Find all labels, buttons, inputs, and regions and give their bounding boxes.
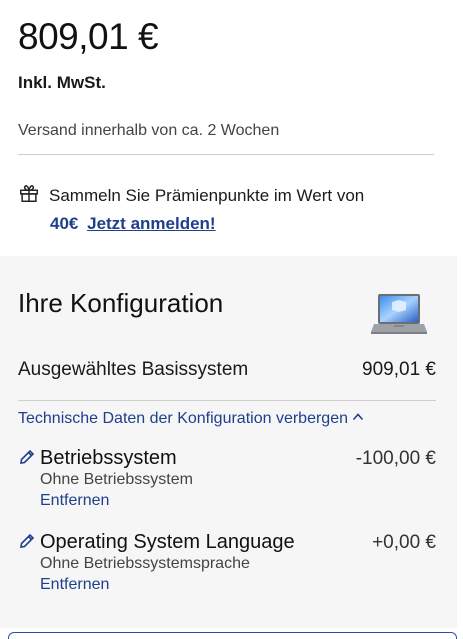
rewards-text: Sammeln Sie Prämienpunkte im Wert von [49,186,365,205]
toggle-tech-specs-link[interactable]: Technische Daten der Konfiguration verbe… [18,408,364,430]
divider [18,400,436,401]
config-item-title[interactable]: Operating System Language [18,530,295,554]
config-item-name: Betriebssystem [40,447,177,469]
gift-icon [20,185,38,202]
laptop-thumbnail [371,294,427,334]
rewards-banner: Sammeln Sie Prämienpunkte im Wert von 40… [18,182,438,238]
pencil-icon [20,449,35,464]
remove-link[interactable]: Entfernen [40,574,436,596]
shipping-info: Versand innerhalb von ca. 2 Wochen [18,122,280,139]
price-block: 809,01 € Inkl. MwSt. Versand innerhalb v… [0,0,463,141]
chevron-up-icon [352,413,364,421]
config-item-selection: Ohne Betriebssystem [40,471,193,488]
config-item-price: -100,00 € [355,448,436,469]
config-item-name: Operating System Language [40,531,295,553]
rewards-amount: 40€ [50,214,79,233]
product-price: 809,01 € [18,16,159,57]
configuration-title: Ihre Konfiguration [18,288,224,318]
next-card-edge [8,632,457,639]
config-item-price: +0,00 € [372,532,436,553]
tech-link-label: Technische Daten der Konfiguration verbe… [18,410,348,427]
pencil-icon [20,533,35,548]
config-item-selection: Ohne Betriebssystemsprache [40,555,250,572]
base-system-price: 909,01 € [362,359,436,380]
base-system-row: Ausgewähltes Basissystem 909,01 € [18,358,436,382]
vat-note: Inkl. MwSt. [18,73,106,92]
register-link[interactable]: Jetzt anmelden! [87,214,215,233]
configuration-panel: Ihre Konfiguration Ausgewähltes Basissys… [0,256,457,639]
config-item-title[interactable]: Betriebssystem [18,446,177,470]
product-price-panel: 809,01 € Inkl. MwSt. Versand innerhalb v… [0,0,463,639]
remove-link[interactable]: Entfernen [40,490,436,512]
config-item-operating-system: Betriebssystem -100,00 € Ohne Betriebssy… [18,446,436,512]
divider [18,154,434,155]
config-item-os-language: Operating System Language +0,00 € Ohne B… [18,530,436,596]
base-system-label: Ausgewähltes Basissystem [18,359,249,380]
